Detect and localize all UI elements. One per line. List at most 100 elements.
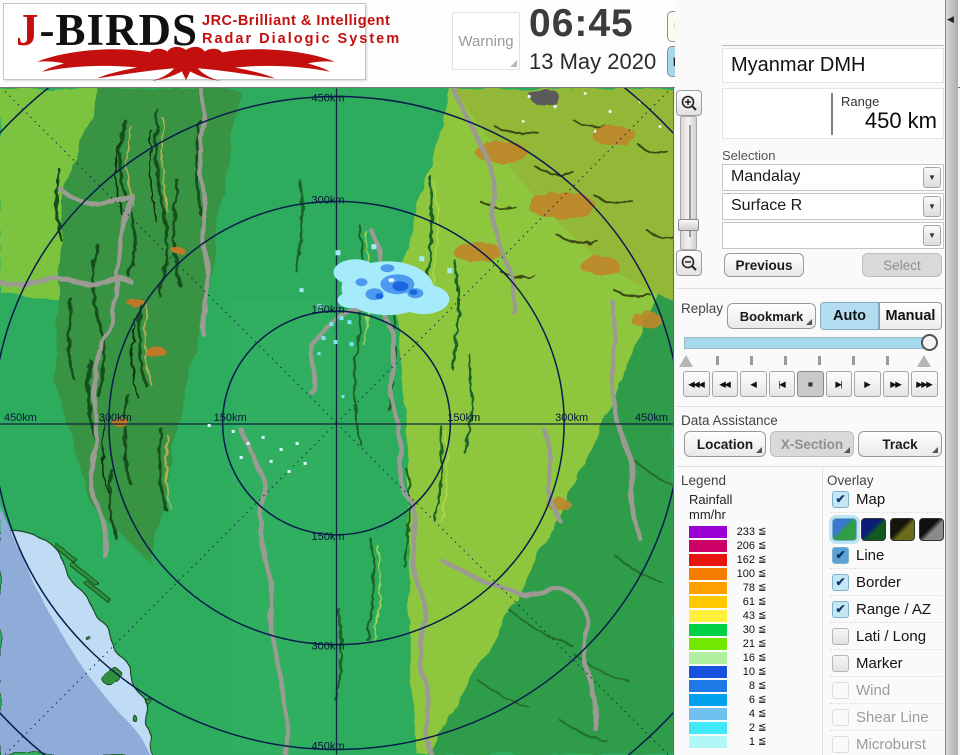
svg-text:300km: 300km: [99, 412, 132, 424]
legend-row: 6≦: [689, 694, 819, 707]
range-label: Range: [841, 94, 879, 109]
divider: [822, 468, 823, 755]
bookmark-button[interactable]: Bookmark: [727, 303, 816, 329]
chevron-down-icon[interactable]: ▼: [923, 225, 941, 246]
panel-collapse-strip[interactable]: [945, 0, 958, 755]
overlay-row-microburst: Microburst: [830, 735, 942, 755]
station-name: Myanmar DMH: [722, 48, 944, 83]
svg-text:300km: 300km: [312, 641, 345, 653]
warning-button[interactable]: Warning: [452, 12, 520, 70]
line-checkbox[interactable]: ✔: [832, 547, 849, 564]
zoom-slider-track[interactable]: [680, 116, 697, 250]
location-button[interactable]: Location: [684, 431, 766, 457]
replay-timeline-handle[interactable]: [921, 334, 938, 351]
map-checkbox[interactable]: ✔: [832, 491, 849, 508]
legend-row: 4≦: [689, 708, 819, 721]
legend-row: 8≦: [689, 680, 819, 693]
overlay-row-range-az: ✔ Range / AZ: [830, 600, 942, 623]
previous-button[interactable]: Previous: [724, 253, 804, 277]
replay-label: Replay: [681, 301, 723, 316]
collapse-arrow-icon[interactable]: ◀: [947, 12, 956, 26]
svg-text:150km: 150km: [312, 531, 345, 543]
svg-text:450km: 450km: [312, 741, 345, 753]
legend-row: 10≦: [689, 666, 819, 679]
svg-text:450km: 450km: [312, 92, 345, 104]
legend-row: 162≦: [689, 554, 819, 567]
track-button[interactable]: Track: [858, 431, 942, 457]
legend-row: 43≦: [689, 610, 819, 623]
corner-arrow-icon: [932, 447, 938, 453]
option-dropdown[interactable]: ▼: [722, 222, 944, 249]
overlay-row-shear-line: Shear Line: [830, 708, 942, 731]
microburst-checkbox: [832, 736, 849, 753]
divider: [677, 466, 943, 467]
map-style-navy-green[interactable]: [861, 518, 886, 541]
overlay-row-map: ✔ Map: [830, 490, 942, 513]
manual-button[interactable]: Manual: [879, 302, 942, 330]
legend-row: 1≦: [689, 736, 819, 749]
product-dropdown[interactable]: Surface R ▼: [722, 193, 944, 220]
wind-checkbox: [832, 682, 849, 699]
stop-button[interactable]: ■: [797, 371, 824, 397]
lati-long-checkbox[interactable]: [832, 628, 849, 645]
radar-map-svg: 450km 300km 150km 150km 300km 450km 450k…: [0, 88, 674, 755]
range-az-checkbox[interactable]: ✔: [832, 601, 849, 618]
eagle-icon: [10, 44, 362, 81]
overlay-title: Overlay: [827, 473, 874, 488]
legend-row: 30≦: [689, 624, 819, 637]
product-dropdown-value: Surface R: [731, 197, 802, 215]
timeline-end-marker[interactable]: [917, 355, 931, 367]
map-style-green-blue[interactable]: [832, 518, 857, 541]
rewind-fast-button[interactable]: ◀◀: [712, 371, 739, 397]
zoom-in-button[interactable]: [676, 90, 702, 116]
forward-fastest-button[interactable]: ▶▶▶: [911, 371, 938, 397]
play-reverse-button[interactable]: ◀: [740, 371, 767, 397]
overlay-row-wind: Wind: [830, 681, 942, 704]
x-section-button[interactable]: X-Section: [770, 431, 854, 457]
divider: [677, 288, 943, 289]
radar-map-view[interactable]: 450km 300km 150km 150km 300km 450km 450k…: [0, 88, 674, 755]
step-back-button[interactable]: |◀: [769, 371, 796, 397]
legend-row: 61≦: [689, 596, 819, 609]
marker-checkbox[interactable]: [832, 655, 849, 672]
chevron-down-icon[interactable]: ▼: [923, 167, 941, 188]
overlay-row-border: ✔ Border: [830, 573, 942, 596]
zoom-out-icon: [680, 254, 698, 272]
corner-arrow-icon: [844, 447, 850, 453]
chevron-down-icon[interactable]: ▼: [923, 196, 941, 217]
legend-row: 78≦: [689, 582, 819, 595]
select-button[interactable]: Select: [862, 253, 942, 277]
range-box: Range 450 km: [722, 88, 944, 139]
overlay-row-lati-long: Lati / Long: [830, 627, 942, 650]
map-style-black-olive[interactable]: [890, 518, 915, 541]
legend-row: 21≦: [689, 638, 819, 651]
svg-text:450km: 450km: [635, 412, 668, 424]
timeline-start-marker[interactable]: [679, 355, 693, 367]
zoom-slider-handle[interactable]: [678, 219, 699, 231]
jbirds-app: J-BIRDS JRC-Brilliant & Intelligent Rada…: [0, 0, 960, 755]
auto-button[interactable]: Auto: [820, 302, 879, 330]
clock-date: 13 May 2020: [529, 49, 656, 75]
rainfall-label: Rainfall: [689, 492, 732, 507]
site-dropdown[interactable]: Mandalay ▼: [722, 164, 944, 191]
zoom-out-button[interactable]: [676, 250, 702, 276]
divider: [677, 406, 943, 407]
replay-timeline-track[interactable]: [684, 337, 932, 349]
rainfall-unit-label: mm/hr: [689, 507, 726, 522]
legend-row: 233≦: [689, 526, 819, 539]
map-style-black-gray[interactable]: [919, 518, 944, 541]
clock-time: 06:45: [529, 2, 634, 46]
resize-grip-icon: [510, 60, 517, 67]
forward-fast-button[interactable]: ▶▶: [883, 371, 910, 397]
selection-label: Selection: [722, 148, 775, 163]
rewind-fastest-button[interactable]: ◀◀◀: [683, 371, 710, 397]
overlay-row-marker: Marker: [830, 654, 942, 677]
step-forward-button[interactable]: ▶|: [826, 371, 853, 397]
range-value: 450 km: [865, 108, 937, 134]
map-zoom-control: [676, 90, 702, 280]
site-dropdown-value: Mandalay: [731, 168, 800, 186]
play-button[interactable]: ▶: [854, 371, 881, 397]
svg-text:450km: 450km: [4, 412, 37, 424]
jbirds-logo: J-BIRDS JRC-Brilliant & Intelligent Rada…: [3, 3, 366, 80]
border-checkbox[interactable]: ✔: [832, 574, 849, 591]
